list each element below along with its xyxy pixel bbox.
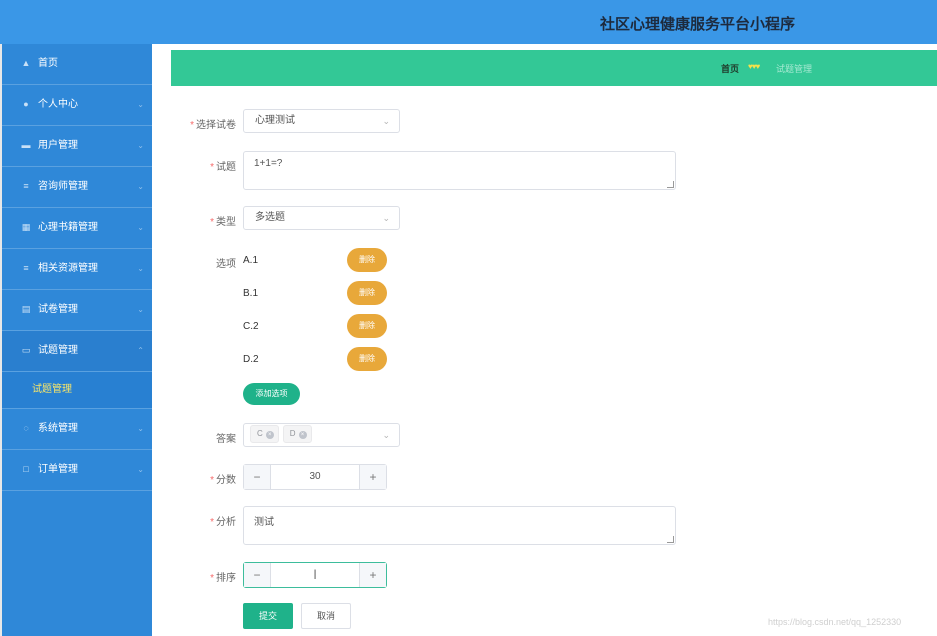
chevron-down-icon: ⌄ — [382, 213, 390, 223]
sidebar-item-label: 个人中心 — [38, 99, 78, 110]
bulb-icon: ◌ — [23, 423, 29, 433]
order-label: * 排序 — [210, 573, 236, 584]
chevron-down-icon: ⌄ — [382, 116, 390, 126]
app-title: 社区心理健康服务平台小程序 — [600, 16, 796, 33]
home-icon: ▲ — [21, 58, 31, 68]
close-icon[interactable]: × — [265, 431, 274, 440]
increment-button[interactable]: + — [359, 465, 386, 489]
breadcrumb: 首页 ♥♥♥ 试题管理 — [171, 50, 937, 86]
breadcrumb-current: 试题管理 — [776, 64, 813, 74]
delete-option-button[interactable]: 删除 — [347, 248, 387, 272]
sidebar-item-personal-center[interactable]: ● 个人中心 ⌄ — [2, 85, 152, 126]
score-value[interactable]: 30 — [271, 465, 359, 489]
chevron-down-icon: ⌄ — [137, 465, 144, 474]
sidebar-item-label: 订单管理 — [38, 464, 78, 475]
sidebar-item-label: 心理书籍管理 — [38, 222, 98, 233]
text-cursor-icon: | — [313, 569, 317, 580]
answer-tag: D × — [282, 425, 312, 444]
add-option-button[interactable]: 添加选项 — [243, 383, 300, 405]
delete-option-button[interactable]: 删除 — [347, 347, 387, 371]
users-icon: ▬ — [21, 140, 31, 150]
cancel-button[interactable]: 取消 — [301, 603, 351, 629]
chevron-down-icon: ⌄ — [137, 264, 144, 273]
type-select[interactable]: 多选题 ⌄ — [243, 206, 400, 230]
grid-icon: ▦ — [21, 222, 31, 232]
sidebar-item-label: 咨询师管理 — [38, 181, 88, 192]
list-icon: ≡ — [23, 263, 29, 273]
watermark: https://blog.csdn.net/qq_1252330 — [768, 617, 902, 627]
sidebar-item-user-management[interactable]: ▬ 用户管理 ⌄ — [2, 126, 152, 167]
delete-option-button[interactable]: 删除 — [347, 314, 387, 338]
message-icon: ▭ — [21, 345, 31, 355]
type-label: * 类型 — [210, 217, 236, 228]
chevron-down-icon: ⌄ — [137, 223, 144, 232]
answer-label: 答案 — [216, 434, 236, 445]
heart-separator-icon: ♥♥♥ — [748, 62, 760, 71]
increment-button[interactable]: + — [359, 563, 386, 587]
chevron-down-icon: ⌄ — [382, 430, 390, 440]
decrement-button[interactable]: − — [244, 465, 271, 489]
sidebar: ▲ 首页 ● 个人中心 ⌄ ▬ 用户管理 ⌄ ≡ 咨询师管理 ⌄ ▦ 心理书籍管理 ⌄ ≡ 相关资源… — [0, 44, 152, 636]
option-item: C.2 — [243, 321, 259, 332]
score-label: * 分数 — [210, 475, 236, 486]
submit-button[interactable]: 提交 — [243, 603, 293, 629]
sidebar-item-paper-management[interactable]: ▤ 试卷管理 ⌄ — [2, 290, 152, 331]
top-header: 社区心理健康服务平台小程序 — [0, 0, 937, 44]
decrement-button[interactable]: − — [244, 563, 271, 587]
paper-select[interactable]: 心理测试 ⌄ — [243, 109, 400, 133]
sidebar-item-label: 用户管理 — [38, 140, 78, 151]
sidebar-item-order-management[interactable]: □ 订单管理 ⌄ — [2, 450, 152, 491]
close-icon[interactable]: × — [298, 431, 307, 440]
chevron-down-icon: ⌄ — [137, 182, 144, 191]
clipboard-icon: ▤ — [21, 304, 31, 314]
sidebar-item-question-management[interactable]: ▭ 试题管理 ⌃ — [2, 331, 152, 372]
chevron-down-icon: ⌄ — [137, 305, 144, 314]
score-stepper[interactable]: − 30 + — [243, 464, 387, 490]
option-item: A.1 — [243, 255, 259, 266]
option-item: D.2 — [243, 354, 259, 365]
sidebar-item-resources-management[interactable]: ≡ 相关资源管理 ⌄ — [2, 249, 152, 290]
chevron-down-icon: ⌄ — [137, 100, 144, 109]
analysis-label: * 分析 — [210, 517, 236, 528]
sidebar-item-home[interactable]: ▲ 首页 — [2, 44, 152, 85]
user-icon: ● — [23, 99, 29, 109]
paper-label: * 选择试卷 — [190, 120, 236, 131]
sidebar-item-counselor-management[interactable]: ≡ 咨询师管理 ⌄ — [2, 167, 152, 208]
resize-handle-icon[interactable] — [667, 181, 674, 188]
resize-handle-icon[interactable] — [667, 536, 674, 543]
options-label: 选项 — [216, 259, 236, 270]
analysis-textarea[interactable]: 测试 — [243, 506, 676, 545]
chevron-down-icon: ⌄ — [137, 424, 144, 433]
question-label: * 试题 — [210, 162, 236, 173]
chevron-down-icon: ⌄ — [137, 141, 144, 150]
submenu-item-question-management[interactable]: 试题管理 — [2, 372, 152, 409]
question-textarea[interactable]: 1+1=? — [243, 151, 676, 190]
sidebar-item-label: 相关资源管理 — [38, 263, 98, 274]
sidebar-item-label: 首页 — [38, 58, 58, 69]
chevron-up-icon: ⌃ — [137, 346, 144, 355]
order-value[interactable]: | — [271, 563, 359, 587]
option-item: B.1 — [243, 288, 259, 299]
order-stepper[interactable]: − | + — [243, 562, 387, 588]
answer-tag: C × — [250, 425, 279, 444]
sidebar-item-books-management[interactable]: ▦ 心理书籍管理 ⌄ — [2, 208, 152, 249]
sidebar-item-system-management[interactable]: ◌ 系统管理 ⌄ — [2, 409, 152, 450]
sidebar-item-label: 试题管理 — [38, 345, 78, 356]
breadcrumb-home[interactable]: 首页 — [721, 62, 739, 75]
sidebar-item-label: 试卷管理 — [38, 304, 78, 315]
answer-multiselect[interactable]: C × D × ⌄ — [243, 423, 400, 447]
list-icon: ≡ — [23, 181, 29, 191]
sidebar-item-label: 系统管理 — [38, 423, 78, 434]
square-icon: □ — [23, 464, 29, 474]
delete-option-button[interactable]: 删除 — [347, 281, 387, 305]
